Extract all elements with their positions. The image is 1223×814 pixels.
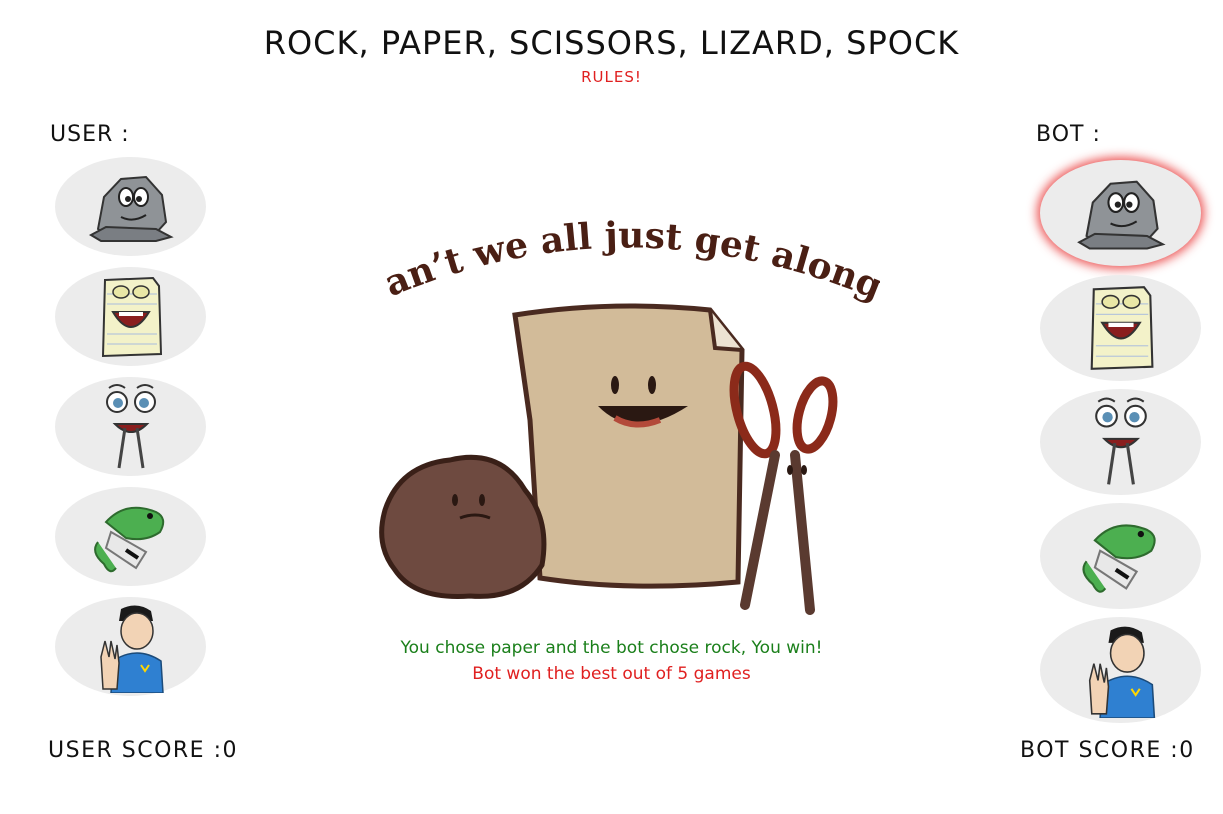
banner-text: Can’t we all just get along? [370,220,880,308]
bot-paper-button[interactable] [1040,275,1201,381]
round-result-text: You chose paper and the bot chose rock, … [400,638,823,658]
paper-icon [101,276,162,357]
bot-lizard-button[interactable] [1040,503,1201,609]
user-scissors-button[interactable] [55,377,206,476]
bot-scissors-button[interactable] [1040,389,1201,495]
user-rock-button[interactable] [55,157,206,256]
paper-icon [1090,286,1153,370]
get-along-illustration: Can’t we all just get along? [370,220,880,615]
user-score: USER SCORE :0 [48,738,238,763]
scissors-icon [105,383,156,468]
game-title: ROCK, PAPER, SCISSORS, LIZARD, SPOCK [263,24,960,62]
rock-icon [88,175,174,242]
rules-link[interactable]: RULES! [0,68,1223,86]
user-lizard-button[interactable] [55,487,206,586]
match-summary-text: Bot won the best out of 5 games [472,664,751,684]
bot-score: BOT SCORE :0 [1020,738,1195,763]
lizard-icon [93,506,164,572]
bot-label: BOT : [1036,122,1101,147]
rock-icon [1076,180,1166,250]
lizard-icon [1081,524,1156,593]
user-paper-button[interactable] [55,267,206,366]
bot-rock-button[interactable] [1040,160,1201,266]
user-label: USER : [50,122,130,147]
scissors-icon [1094,397,1147,485]
